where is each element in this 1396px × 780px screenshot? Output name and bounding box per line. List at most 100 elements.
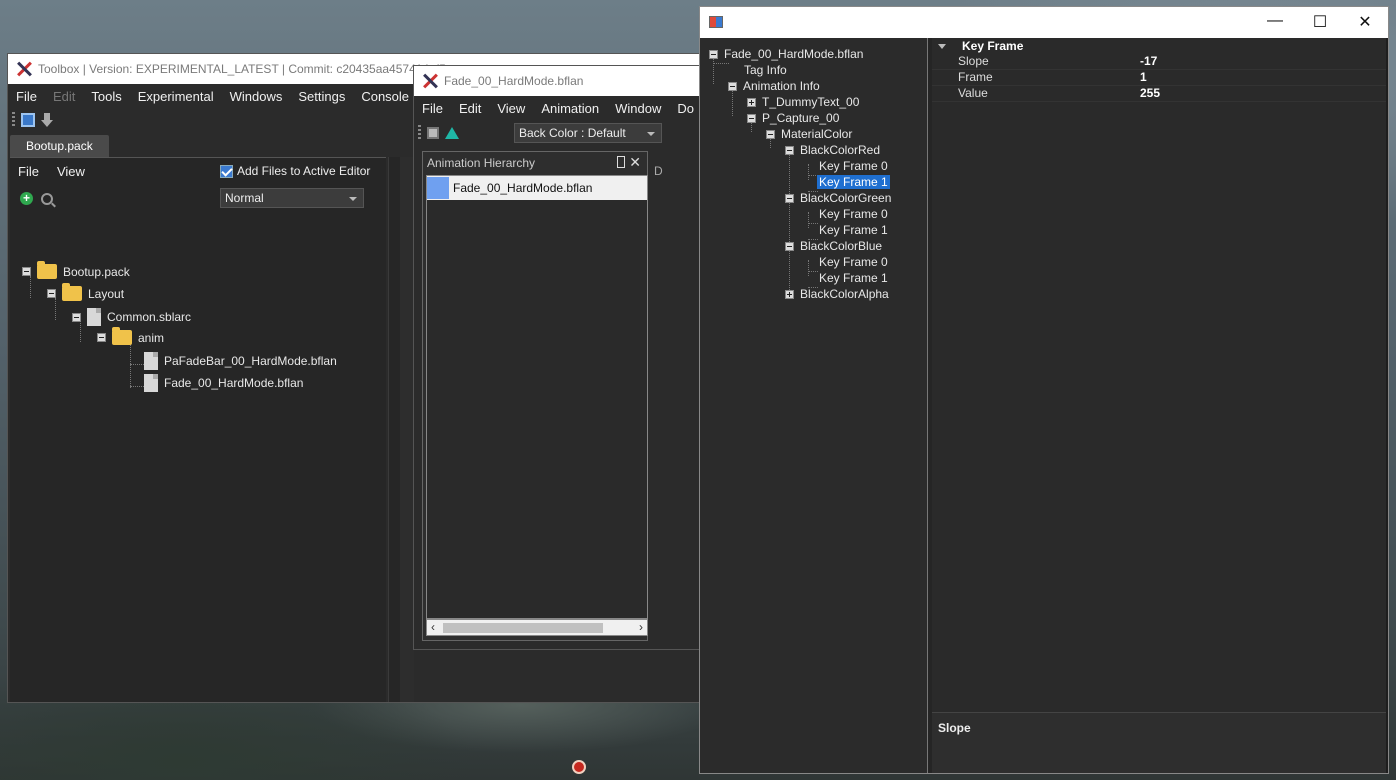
tree-node-bootup-pack[interactable]: Bootup.pack: [22, 261, 130, 279]
tree-node-common-sblarc[interactable]: Common.sblarc: [72, 308, 191, 326]
tree-node-black-color-blue[interactable]: BlackColorBlue: [785, 239, 882, 253]
tree-label: BlackColorRed: [800, 143, 881, 157]
tree-node-fade-hardmode[interactable]: Fade_00_HardMode.bflan: [144, 374, 303, 392]
scroll-thumb[interactable]: [443, 623, 603, 633]
menu-edit[interactable]: Edit: [45, 89, 83, 104]
property-row-frame[interactable]: Frame 1: [932, 70, 1388, 86]
back-color-select[interactable]: Back Color : Default: [514, 123, 662, 143]
menu-console[interactable]: Console: [353, 89, 417, 104]
tree-node-green-keyframe-0[interactable]: Key Frame 0: [819, 207, 888, 221]
tree-node-anim[interactable]: anim: [97, 327, 164, 345]
menu-settings[interactable]: Settings: [290, 89, 353, 104]
le-menu-file[interactable]: File: [414, 101, 451, 116]
scroll-left-icon[interactable]: ‹: [431, 620, 435, 634]
tree-node-dummy-text[interactable]: T_DummyText_00: [747, 95, 859, 109]
expand-icon[interactable]: [785, 289, 794, 299]
layout-editor-titlebar[interactable]: Fade_00_HardMode.bflan: [414, 66, 702, 96]
property-name: Frame: [958, 70, 993, 84]
expand-icon[interactable]: [747, 97, 756, 107]
tree-node-material-color[interactable]: MaterialColor: [766, 127, 852, 141]
property-value[interactable]: 255: [1140, 86, 1160, 101]
save-icon[interactable]: [21, 113, 35, 127]
property-window-titlebar[interactable]: — ☐ ✕: [700, 7, 1388, 38]
close-icon[interactable]: ✕: [629, 154, 641, 171]
collapse-icon[interactable]: [766, 129, 775, 139]
list-item[interactable]: Fade_00_HardMode.bflan: [427, 176, 647, 200]
property-value[interactable]: -17: [1140, 54, 1157, 69]
tree-label: Bootup.pack: [63, 264, 130, 279]
collapse-icon[interactable]: [728, 81, 737, 91]
tree-label: Key Frame 0: [819, 207, 888, 221]
play-animation-icon[interactable]: [445, 127, 459, 139]
tree-node-black-color-red[interactable]: BlackColorRed: [785, 143, 880, 157]
collapse-icon[interactable]: [709, 49, 718, 59]
tree-node-green-keyframe-1[interactable]: Key Frame 1: [819, 223, 888, 237]
save-icon[interactable]: [427, 127, 439, 139]
collapse-icon[interactable]: [22, 267, 31, 276]
scroll-right-icon[interactable]: ›: [639, 620, 643, 634]
collapse-icon[interactable]: [97, 333, 106, 342]
back-color-value: Back Color : Default: [519, 126, 626, 140]
property-value[interactable]: 1: [1140, 70, 1147, 85]
file-tree: Bootup.pack Layout Common.sblarc anim Pa…: [10, 158, 386, 702]
horizontal-scrollbar[interactable]: ‹ ›: [426, 619, 648, 636]
tree-node-blue-keyframe-0[interactable]: Key Frame 0: [819, 255, 888, 269]
le-menu-window[interactable]: Window: [607, 101, 669, 116]
collapse-icon[interactable]: [785, 193, 794, 203]
panel-splitter[interactable]: [388, 157, 400, 702]
tree-label: BlackColorGreen: [800, 191, 892, 205]
menu-experimental[interactable]: Experimental: [130, 89, 222, 104]
chevron-down-icon[interactable]: [938, 43, 946, 49]
menu-file[interactable]: File: [8, 89, 45, 104]
menu-windows[interactable]: Windows: [222, 89, 291, 104]
tree-node-root[interactable]: Fade_00_HardMode.bflan: [709, 47, 863, 61]
tree-label: Key Frame 1: [819, 223, 888, 237]
tree-label: Tag Info: [744, 63, 787, 77]
tree-node-black-color-alpha[interactable]: BlackColorAlpha: [785, 287, 889, 301]
editor-strip: [400, 157, 414, 702]
animation-file-icon: [427, 177, 449, 199]
collapse-icon[interactable]: [785, 241, 794, 251]
collapse-icon[interactable]: [47, 289, 56, 298]
download-icon[interactable]: [41, 113, 53, 127]
tree-node-pafadebar[interactable]: PaFadeBar_00_HardMode.bflan: [144, 352, 337, 370]
tree-node-tag-info[interactable]: Tag Info: [744, 63, 787, 77]
minimize-button[interactable]: —: [1265, 12, 1285, 30]
le-menu-animation[interactable]: Animation: [533, 101, 607, 116]
toolstrip-grip[interactable]: [12, 112, 15, 128]
tree-node-black-color-green[interactable]: BlackColorGreen: [785, 191, 891, 205]
animation-tree: Fade_00_HardMode.bflan Tag Info Animatio…: [700, 38, 928, 773]
file-explorer-panel: File View Add Files to Active Editor Nor…: [10, 157, 386, 702]
close-button[interactable]: ✕: [1355, 12, 1375, 32]
toolstrip-grip[interactable]: [418, 125, 421, 141]
tree-label: PaFadeBar_00_HardMode.bflan: [164, 354, 337, 368]
pin-icon[interactable]: [617, 156, 625, 168]
tree-node-blue-keyframe-1[interactable]: Key Frame 1: [819, 271, 888, 285]
tree-label: Key Frame 0: [819, 159, 888, 173]
tree-node-red-keyframe-1[interactable]: Key Frame 1: [817, 175, 890, 189]
menu-tools[interactable]: Tools: [83, 89, 129, 104]
le-menu-view[interactable]: View: [489, 101, 533, 116]
property-grid: Key Frame Slope -17 Frame 1 Value 255 Sl…: [932, 38, 1388, 773]
tree-node-layout[interactable]: Layout: [47, 283, 124, 301]
maximize-button[interactable]: ☐: [1310, 12, 1330, 32]
collapse-icon[interactable]: [747, 113, 756, 123]
folder-icon: [62, 283, 82, 301]
property-row-value[interactable]: Value 255: [932, 86, 1388, 102]
tree-node-capture[interactable]: P_Capture_00: [747, 111, 839, 125]
list-item-label: Fade_00_HardMode.bflan: [453, 181, 593, 195]
file-icon: [144, 374, 158, 392]
le-menu-edit[interactable]: Edit: [451, 101, 489, 116]
le-menu-do[interactable]: Do: [669, 101, 702, 116]
tab-bootup-pack[interactable]: Bootup.pack: [10, 135, 109, 157]
property-section-keyframe[interactable]: Key Frame: [932, 38, 1388, 54]
property-row-slope[interactable]: Slope -17: [932, 54, 1388, 70]
collapse-icon[interactable]: [72, 312, 81, 322]
tree-node-animation-info[interactable]: Animation Info: [728, 79, 820, 93]
property-name: Slope: [958, 54, 989, 68]
collapse-icon[interactable]: [785, 145, 794, 155]
toolbox-logo-icon: [16, 61, 32, 77]
section-title: Key Frame: [962, 39, 1024, 53]
tree-node-red-keyframe-0[interactable]: Key Frame 0: [819, 159, 888, 173]
layout-editor-toolstrip: Back Color : Default: [414, 120, 702, 146]
